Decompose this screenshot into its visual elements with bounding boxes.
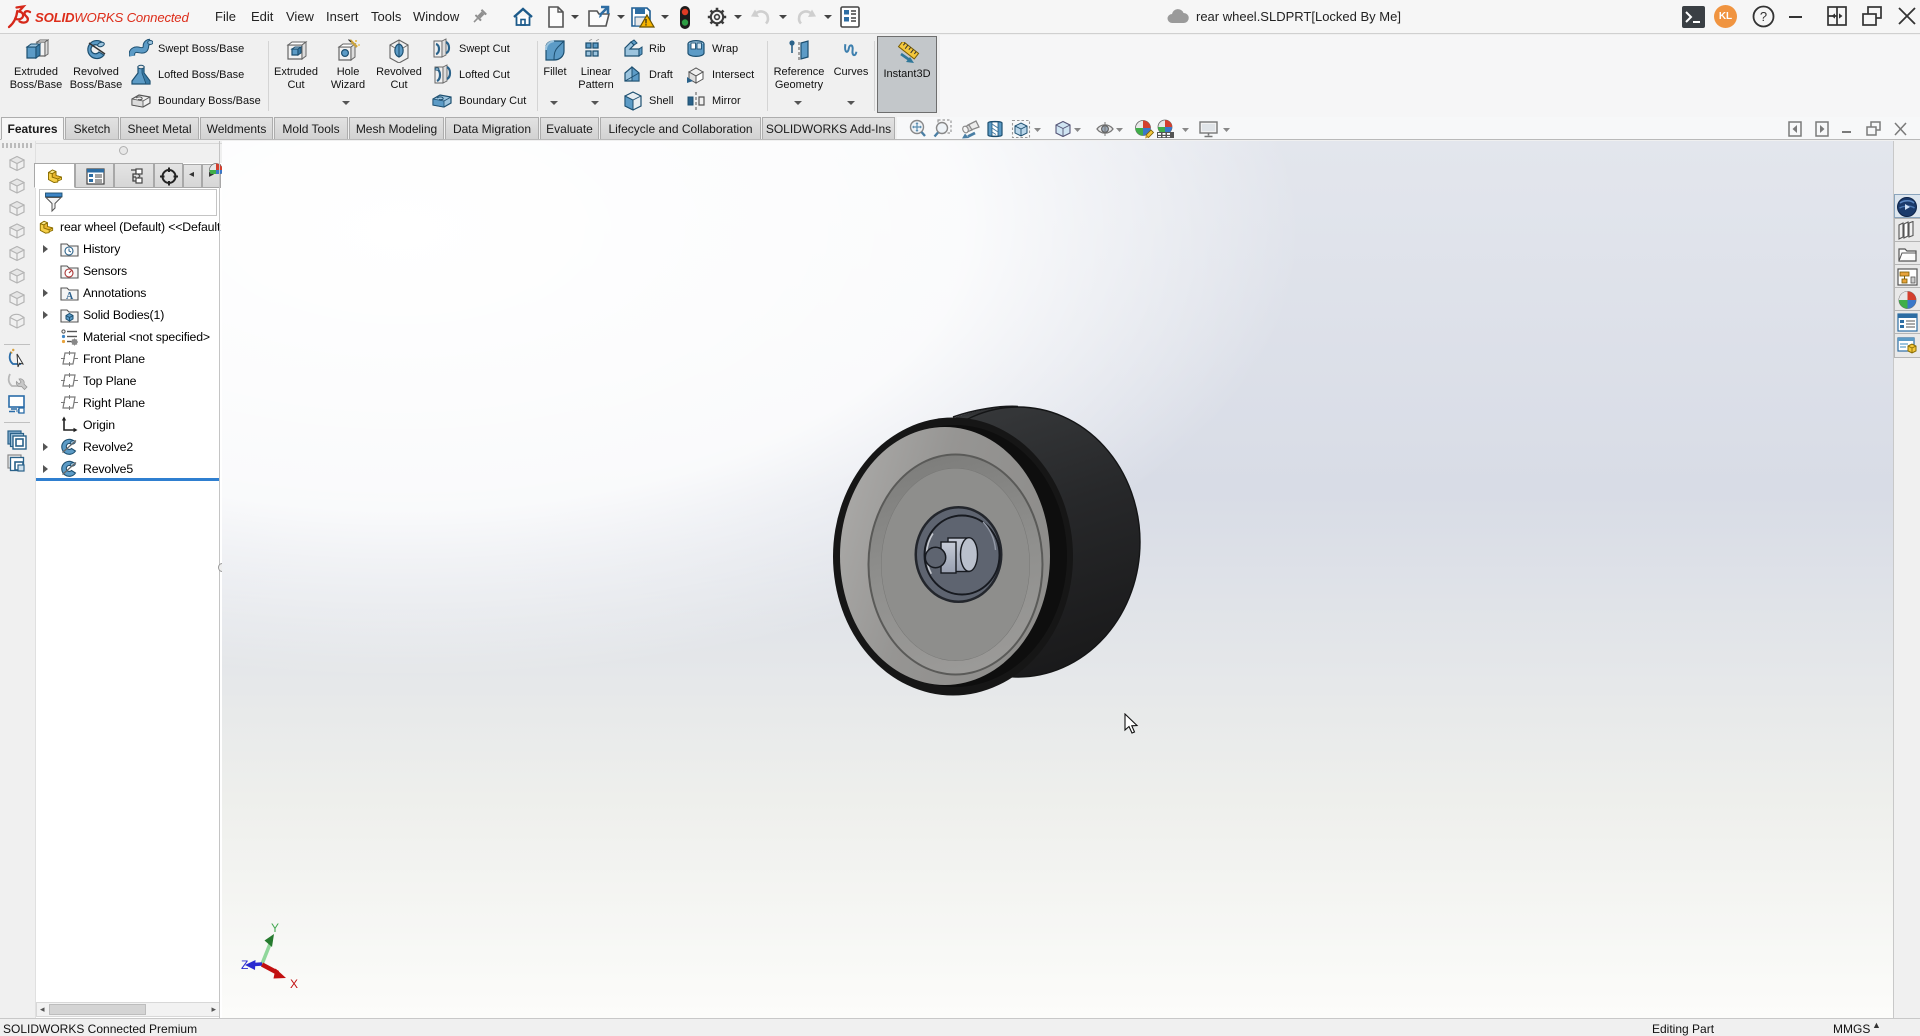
svg-text:A: A	[66, 291, 74, 302]
svg-text:Z: Z	[241, 958, 248, 972]
svg-text:SOLIDWORKS Connected: SOLIDWORKS Connected	[35, 10, 189, 25]
svg-text:X: X	[290, 977, 298, 991]
svg-text:?: ?	[1760, 9, 1767, 24]
svg-text:Y: Y	[271, 921, 279, 935]
svg-text:!: !	[645, 18, 648, 28]
